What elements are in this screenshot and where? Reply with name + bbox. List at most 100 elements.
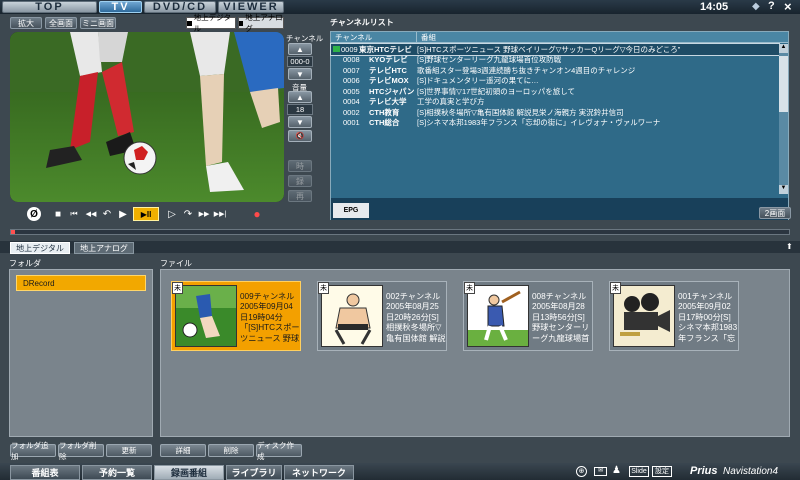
tab-network[interactable]: ネットワーク (284, 465, 354, 480)
refresh-button[interactable]: 更新 (106, 444, 152, 457)
replay-side-button[interactable]: 再 (288, 190, 312, 202)
tab-top[interactable]: TOP (2, 1, 97, 13)
delete-file-button[interactable]: 削除 (208, 444, 254, 457)
analog-source-toggle[interactable]: 地上アナログ (238, 13, 284, 33)
brand-navistation: Navistation4 (723, 466, 779, 477)
channel-row[interactable]: 0008 KYOテレビ [S]野球センターリーグ九龍球場首位攻防戦 (331, 55, 779, 66)
bell-icon[interactable]: ♟ (612, 465, 621, 476)
tab-digital[interactable]: 地上デジタル (10, 242, 70, 254)
channel-down-button[interactable]: ▼ (288, 68, 312, 80)
channel-row[interactable]: 0009 東京HTCテレビ [S]HTCスポーツニュース 野球ベイリーグ▽サッカーQ… (330, 43, 780, 56)
digital-source-toggle[interactable]: 地上デジタル (186, 13, 236, 33)
file-info: 009チャンネル2005年09月04日19時04分「[S]HTCスポーツニュース… (240, 292, 300, 343)
channel-row[interactable]: 0004 テレビ大学 工学の真実と学び方 (331, 97, 779, 108)
current-channel-icon (333, 46, 340, 53)
skip-end-icon[interactable]: ▶▶| (213, 207, 227, 221)
fast-forward-icon[interactable]: ▶▶ (197, 207, 211, 221)
baseball-thumbnail (467, 285, 529, 347)
channel-row[interactable]: 0006 テレビMOX [S]ドキュメンタリー遥河の果てに… (331, 76, 779, 87)
volume-value: 18 (287, 104, 313, 115)
radio-on-icon (187, 20, 192, 26)
mute-icon: 🔇 (295, 133, 305, 140)
video-screen[interactable] (10, 32, 284, 202)
radio-icon (239, 20, 244, 26)
minimize-icon[interactable]: ◆ (752, 1, 760, 12)
clock: 14:05 (700, 1, 729, 13)
file-info: 008チャンネル2005年08月28日13時56分[S]野球センターリーグ九龍球… (532, 292, 590, 343)
collapse-icon[interactable]: ⬆ (786, 242, 793, 251)
channel-row[interactable]: 0001 CTH総合 [S]シネマ本邦1983年フランス「忘却の街に」イレヴォナ・ヴ… (331, 118, 779, 129)
folder-list[interactable]: DRecord (9, 269, 153, 437)
volume-up-button[interactable]: ▲ (288, 91, 312, 103)
rewind-icon[interactable]: ◀◀ (84, 207, 98, 221)
channel-row[interactable]: 0002 CTH教育 [S]相撲秋冬場所▽亀有国体館 解説見栄ノ海親方 実況鈴井信司 (331, 107, 779, 118)
mail-icon[interactable]: ✉ (594, 467, 607, 476)
help-icon[interactable]: ? (768, 0, 775, 12)
detail-button[interactable]: 詳細 (160, 444, 206, 457)
cinema-thumbnail (613, 285, 675, 347)
unwatched-badge: 未 (318, 282, 329, 294)
soccer-video-frame (10, 32, 284, 202)
unwatched-badge: 未 (172, 282, 183, 294)
unwatched-badge: 未 (464, 282, 475, 294)
close-icon[interactable]: × (784, 0, 792, 14)
sumo-thumbnail (321, 285, 383, 347)
file-card[interactable]: 未 008チャンネル2005年08月28日13時56分[S]野球センターリーグ九… (463, 281, 593, 351)
tab-reservations[interactable]: 予約一覧 (82, 465, 152, 480)
play-icon[interactable]: ▶ (116, 207, 130, 221)
epg-icon[interactable]: EPG (333, 203, 369, 218)
file-info: 002チャンネル2005年08月25日20時26分[S]相撲秋冬場所▽亀有国体館… (386, 292, 446, 343)
tab-recordings[interactable]: 録画番組 (154, 465, 224, 480)
file-card[interactable]: 未 009チャンネル2005年09月04日19時04分「[S]HTCスポーツニュ… (171, 281, 301, 351)
tab-library[interactable]: ライブラリ (226, 465, 282, 480)
folder-title: フォルダ (9, 259, 41, 268)
soccer-thumbnail (175, 285, 237, 347)
channel-list-title: チャンネルリスト (330, 18, 394, 27)
volume-down-button[interactable]: ▼ (288, 116, 312, 128)
file-card[interactable]: 未 002チャンネル2005年08月25日20時26分[S]相撲秋冬場所▽亀有国… (317, 281, 447, 351)
play-pause-icon[interactable]: ▶ll (133, 207, 159, 221)
brand-prius: Prius (690, 465, 718, 477)
skip-forward-icon[interactable]: ↷ (181, 207, 195, 221)
enlarge-button[interactable]: 拡大 (10, 17, 42, 29)
program-column-header[interactable]: 番組 (417, 32, 788, 43)
channel-row[interactable]: 0005 HTCジャパン [S]世界事情▽17世紀初頭のヨーロッパを旅して (331, 86, 779, 97)
tab-tv[interactable]: TV (99, 1, 142, 13)
scrollbar-thumb[interactable] (779, 56, 788, 112)
replay-icon[interactable]: ↶ (100, 207, 114, 221)
stop-icon[interactable]: ■ (51, 207, 65, 221)
record-side-button[interactable]: 録 (288, 175, 312, 187)
timer-button[interactable]: 時 (288, 160, 312, 172)
seek-bar[interactable] (10, 229, 790, 235)
mini-screen-button[interactable]: ミニ画面 (80, 17, 116, 29)
seek-handle[interactable] (11, 230, 15, 234)
channel-up-button[interactable]: ▲ (288, 43, 312, 55)
globe-icon[interactable]: ⊕ (576, 466, 587, 477)
channel-list-scrollbar[interactable]: ▲ ▼ (779, 44, 788, 194)
delete-folder-button[interactable]: フォルダ削除 (58, 441, 104, 461)
dual-screen-button[interactable]: 2画面 (759, 207, 791, 219)
create-disc-button[interactable]: ディスク作成 (256, 441, 302, 461)
file-card[interactable]: 未 001チャンネル2005年09月02日17時00分[S]シネマ本邦1983年… (609, 281, 739, 351)
slide-button[interactable]: Slide (629, 466, 649, 477)
settings-button[interactable]: 設定 (652, 466, 672, 477)
dlogo-icon[interactable]: Ø (27, 207, 41, 221)
channel-column-header[interactable]: チャンネル (331, 31, 417, 43)
file-title: ファイル (160, 259, 192, 268)
channel-row[interactable]: 0007 テレビHTC 歌番組スター登場3週連続勝ち抜きチャンオン4週目のチャレンジ (331, 65, 779, 76)
tab-analog[interactable]: 地上アナログ (74, 242, 134, 254)
mute-button[interactable]: 🔇 (288, 130, 312, 142)
tab-program-guide[interactable]: 番組表 (10, 465, 80, 480)
folder-item-drecord[interactable]: DRecord (16, 275, 146, 291)
scroll-up-icon[interactable]: ▲ (779, 44, 788, 53)
file-info: 001チャンネル2005年09月02日17時00分[S]シネマ本邦1983年フラ… (678, 292, 738, 343)
scroll-down-icon[interactable]: ▼ (779, 185, 788, 194)
record-icon[interactable]: ● (250, 207, 264, 221)
add-folder-button[interactable]: フォルダ追加 (10, 441, 56, 461)
unwatched-badge: 未 (610, 282, 621, 294)
channel-list[interactable]: チャンネル 番組 0009 東京HTCテレビ [S]HTCスポーツニュース 野球ベイ… (330, 31, 789, 220)
skip-back-icon[interactable]: ⏮ (67, 207, 81, 221)
channel-value: 000-0 (287, 56, 313, 67)
slow-play-icon[interactable]: ▷ (165, 207, 179, 221)
fullscreen-button[interactable]: 全画面 (45, 17, 77, 29)
